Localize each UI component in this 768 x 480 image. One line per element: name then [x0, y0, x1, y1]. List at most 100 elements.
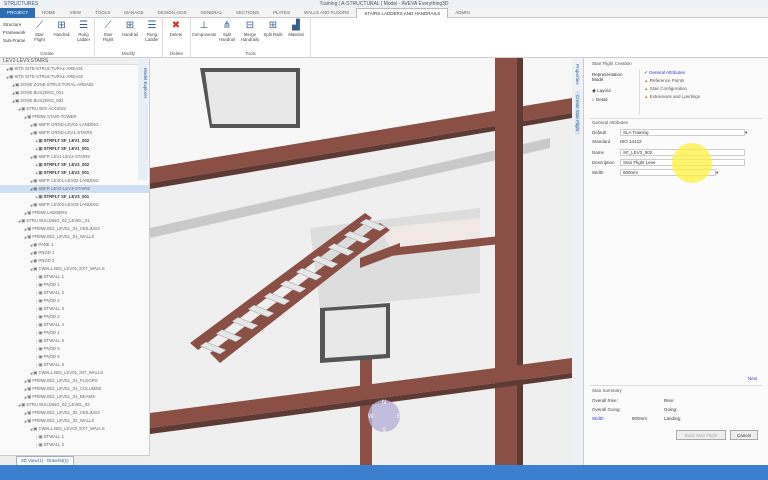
tree-item[interactable]: ▹ ▣ STWALL 1 — [0, 273, 149, 281]
tree-item[interactable]: ▹ ▣ STWALL 5 — [0, 337, 149, 345]
group-label: Create — [40, 51, 54, 56]
create-framework[interactable]: Framework — [3, 30, 26, 35]
tab-sections[interactable]: SECTIONS — [229, 8, 266, 18]
step-general-attributes[interactable]: ✔ General Attributes — [644, 70, 700, 78]
3d-viewport[interactable]: N E S W — [150, 58, 572, 465]
tree-item[interactable]: ▹ ▣ STRFLT SF_LEV1_001 — [0, 145, 149, 153]
tree-item[interactable]: ◢ ▣ FRMW B02_LEVEL_01_FLOORS — [0, 377, 149, 385]
nav-s: S — [382, 428, 386, 434]
radio-layout[interactable]: ◉ Layout — [592, 88, 611, 94]
step-label: Stair Configuration — [649, 86, 687, 91]
tab-admin[interactable]: ADMIN — [448, 8, 477, 18]
tree-item-label: ZONE BUILDING_001 — [20, 90, 64, 95]
tree-item[interactable]: ◢ ▣ PNOD 2 — [0, 257, 149, 265]
tree-item[interactable]: ◢ ▣ FRMW STAIR-TOWER — [0, 113, 149, 121]
create-structure[interactable]: Structure — [3, 22, 26, 27]
tree-item[interactable]: ▹ ▣ STRFLT SF_LEV2_001 — [0, 169, 149, 177]
tree-item[interactable]: ◢ ▣ SBFR LEV01-LEV02-LANDING — [0, 177, 149, 185]
field-label: Name — [592, 150, 605, 155]
tree-item[interactable]: ▹ ▣ STRFLT SF_LEV2_002 — [0, 161, 149, 169]
tree-item[interactable]: ▹ ▣ PNOD 3 — [0, 313, 149, 321]
tree-item[interactable]: ◢ ▣ ZONE BUILDING_002 — [0, 97, 149, 105]
tab-stairs-ladders-and-handrails[interactable]: STAIRS LADDERS AND HANDRAILS — [356, 7, 449, 18]
group-label: Delete — [169, 51, 183, 56]
button-label: Delete — [169, 32, 183, 37]
tree-item[interactable]: ◢ ▣ SITE SITE-STRUCTURAL-AREA02 — [0, 73, 149, 81]
tree-item[interactable]: ◢ ▣ SBFR LEV02-LEV03-LANDING — [0, 201, 149, 209]
step-extensions-and-landings[interactable]: ▲ Extensions and Landings — [644, 94, 700, 102]
tree-item[interactable]: ◢ ▣ FRMW B02_LEVEL_01_BEAMS — [0, 393, 149, 401]
tree-item[interactable]: ▹ ▣ PNOD 1 — [0, 281, 149, 289]
create-sub-frame[interactable]: Sub-Frame — [3, 38, 26, 43]
tree-item[interactable]: ◢ ▣ FRMW B02_LEVEL_02_CEILINGS — [0, 409, 149, 417]
tree-item[interactable]: ◢ ▣ SITE SITE-STRUCTURAL-AREA01 — [0, 65, 149, 73]
tab-project[interactable]: PROJECT — [0, 7, 36, 18]
tab-home[interactable]: HOME — [35, 8, 63, 18]
tree-item[interactable]: ▹ ▣ PNOD 4 — [0, 329, 149, 337]
tree-item[interactable]: ▹ ▣ PNOD 6 — [0, 353, 149, 361]
tree-item[interactable]: ◢ ▣ ZONE BUILDING_001 — [0, 89, 149, 97]
tree-item[interactable]: ▹ ▣ STRFLT SF_LEV1_002 — [0, 137, 149, 145]
chevron-down-icon[interactable]: ▾ — [716, 170, 718, 176]
tree-item[interactable]: ◢ ▣ FRMW LADDERS — [0, 209, 149, 217]
field-label: Default — [592, 130, 607, 135]
tab-manage[interactable]: MANAGE — [117, 8, 151, 18]
tree-item[interactable]: ▹ ▣ PNOD 5 — [0, 345, 149, 353]
tree-item[interactable]: ▹ ▣ STWALL 1 — [0, 433, 149, 441]
tree-item[interactable]: ◢ ▣ SBFR GRND-LEV01-LANDING — [0, 121, 149, 129]
tree-item[interactable]: ◢ ▣ FRMW B02_LEVEL_01_CEILINGS — [0, 225, 149, 233]
tree-item[interactable]: ◢ ▣ CWALL B02_LEV02_EXT_WALLS — [0, 425, 149, 433]
tree-item[interactable]: ◢ ▣ CWALL B02_LEV01_INT_WALLS — [0, 369, 149, 377]
tree-item[interactable]: ◢ ▣ FRMW B02_LEVEL_02_WALLS — [0, 417, 149, 425]
tab-properties[interactable]: Properties — [575, 60, 580, 89]
tree-item[interactable]: ◢ ▣ SBFR LEV2-LEV3-STAIRS — [0, 185, 149, 193]
tree-item[interactable]: ◢ ▣ SBFR LEV1-LEV2-STAIRS — [0, 153, 149, 161]
group-modify: ⟋ Stair Flight ⊞ Handrail ☰ Rung Ladder Modify — [95, 18, 163, 57]
tree-item[interactable]: ◢ ▣ CWALL B02_LEV01_EXT_WALLS — [0, 265, 149, 273]
tree-item[interactable]: ◢ ▣ ZONE ZONE-STRUCTURAL-AREA02 — [0, 81, 149, 89]
button-label: Split Rails — [263, 32, 283, 37]
tab-walls-and-floors[interactable]: WALLS AND FLOORS — [297, 8, 356, 18]
components-icon: ⊥ — [199, 20, 209, 31]
tab-view[interactable]: VIEW — [63, 8, 89, 18]
cancel-button[interactable]: Cancel — [730, 430, 758, 440]
tree-item[interactable]: ▹ ▣ STWALL 2 — [0, 289, 149, 297]
tree-item[interactable]: ▹ ▣ STWALL 2 — [0, 441, 149, 449]
tree-item[interactable]: ◢ ▣ FRMW B02_LEVEL_01_COLUMNS — [0, 385, 149, 393]
next-link[interactable]: Next — [748, 376, 757, 381]
tree-item-label: FRMW B02_LEVEL_01_WALLS — [32, 234, 95, 239]
tab-create-stair-flight[interactable]: Create Stair Flight — [575, 90, 580, 135]
tree-item[interactable]: ◢ ▣ STRU BUILDING_02_LEVEL_02 — [0, 401, 149, 409]
tab-design-aids[interactable]: DESIGN AIDS — [151, 8, 194, 18]
tab-tools[interactable]: TOOLS — [88, 8, 117, 18]
field-label: Description — [592, 160, 615, 165]
tree-item[interactable]: ◢ ▣ STRU B02-ACCESS — [0, 105, 149, 113]
tree-item-label: STWALL 1 — [43, 274, 65, 279]
field-name: Name SF_LEV3_002 — [592, 149, 745, 156]
build-stair-flight-button[interactable]: Build Stair Flight — [676, 430, 726, 440]
tree-item[interactable]: ◢ ▣ PANE 1 — [0, 241, 149, 249]
chevron-down-icon[interactable]: ▾ — [745, 130, 747, 136]
button-label: Rung Ladder — [145, 32, 159, 42]
tree-item[interactable]: ◢ ▣ FRMW B02_LEVEL_01_WALLS — [0, 233, 149, 241]
tree-item[interactable]: ▹ ▣ STWALL 6 — [0, 361, 149, 369]
tab-plates[interactable]: PLATES — [266, 8, 297, 18]
field-value: ISO 14122 — [620, 139, 642, 144]
field-value[interactable]: SLA Training — [620, 129, 745, 136]
tree-item-label: FRMW B02_LEVEL_02_CEILINGS — [32, 410, 100, 415]
tree-item-label: PNOD 4 — [43, 330, 60, 335]
tree-item[interactable]: ◢ ▣ PNOD 1 — [0, 249, 149, 257]
tree-item-label: STWALL 5 — [43, 338, 65, 343]
tree-item[interactable]: ▹ ▣ PNOD 2 — [0, 297, 149, 305]
tab-general[interactable]: GENERAL — [194, 8, 230, 18]
step-stair-configuration[interactable]: ▲ Stair Configuration — [644, 86, 700, 94]
tree-item[interactable]: ◢ ▣ STRU BUILDING_02_LEVEL_01 — [0, 217, 149, 225]
group-delete: ✖ Delete Delete — [163, 18, 191, 57]
tree-item[interactable]: ▹ ▣ STWALL 3 — [0, 305, 149, 313]
tree-item[interactable]: ▹ ▣ STWALL 4 — [0, 321, 149, 329]
tree-item[interactable]: ◢ ▣ SBFR GRND-LEV1-STAIRS — [0, 129, 149, 137]
radio-detail[interactable]: ○ Detail — [592, 97, 607, 102]
step-reference-points[interactable]: ▲ Reference Points — [644, 78, 700, 86]
model-explorer-tab[interactable]: Model Explorer — [138, 60, 148, 180]
tree-item[interactable]: ▹ ▣ STRFLT SF_LEV3_001 — [0, 193, 149, 201]
